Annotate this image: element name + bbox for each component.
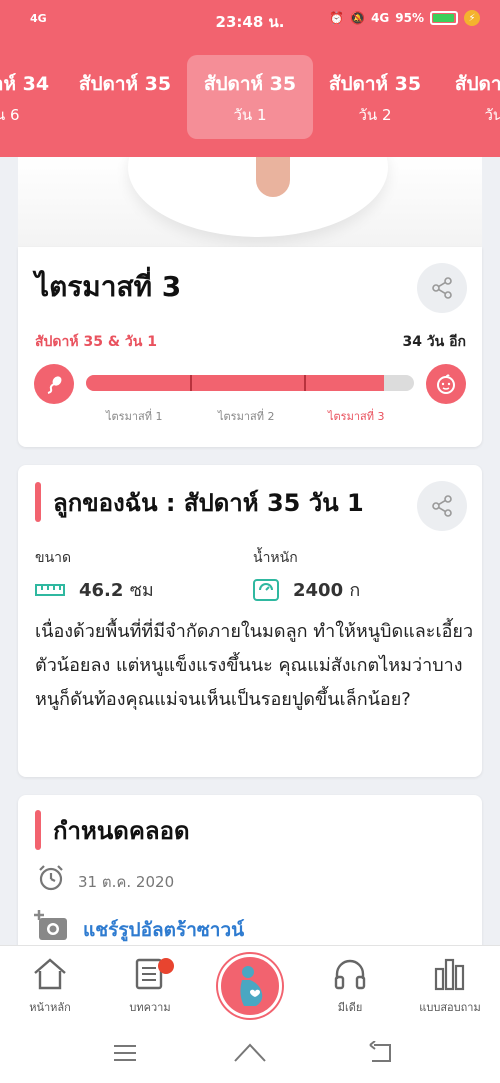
ruler-icon [35, 583, 65, 596]
nav-media[interactable]: มีเดีย [300, 956, 400, 1016]
trimester-progress-bar [86, 375, 414, 391]
trimester-title: ไตรมาสที่ 3 [35, 270, 182, 303]
share-button[interactable] [417, 481, 467, 531]
baby-info-card: ลูกของฉัน : สัปดาห์ 35 วัน 1 ขนาด 46.2 ซ… [18, 465, 482, 777]
days-left-label: 34 วัน อีก [402, 334, 466, 350]
tab-week-35[interactable]: สัปดาห์ 35 [62, 55, 188, 139]
weight-label: น้ำหนัก [253, 550, 298, 566]
trimester-1-label: ไตรมาสที่ 1 [106, 410, 163, 423]
share-icon [432, 495, 452, 517]
charging-icon: ⚡ [464, 10, 480, 26]
status-bar: 4G 23:48 น. ⏰ 🔕 4G 95% ⚡ [0, 0, 500, 40]
battery-percent: 95% [395, 11, 424, 25]
system-nav-bar [0, 1025, 500, 1083]
weight-value: 2400 [293, 580, 344, 601]
bottom-nav: หน้าหลัก บทความ มีเดีย แบบสอบถาม [0, 945, 500, 1025]
bar-chart-icon [434, 958, 465, 991]
share-ultrasound-link[interactable]: แชร์รูปอัลตร้าซาวน์ [83, 915, 244, 945]
baby-description: เนื่องด้วยพื้นที่ที่มีจำกัดภายในมดลูก ทำ… [35, 621, 474, 710]
mute-icon: 🔕 [350, 11, 366, 25]
size-unit: ซม [129, 580, 154, 601]
network-label: 4G [371, 11, 390, 25]
nav-media-label: มีเดีย [337, 1001, 363, 1014]
tab-week-35-day-1[interactable]: สัปดาห์ 35 วัน 1 [187, 55, 313, 139]
sperm-icon [34, 364, 74, 404]
nav-articles-label: บทความ [129, 1001, 171, 1014]
battery-icon [430, 11, 458, 25]
weight-unit: ก [349, 580, 361, 601]
share-icon [432, 277, 452, 299]
current-week-label: สัปดาห์ 35 & วัน 1 [35, 334, 157, 350]
baby-title: ลูกของฉัน : สัปดาห์ 35 วัน 1 [53, 488, 364, 517]
due-date-value: 31 ต.ค. 2020 [78, 873, 175, 891]
week-tabs: สัปดาห์ 34 วัน 6 สัปดาห์ 35 สัปดาห์ 35 ว… [0, 40, 500, 157]
baby-illustration [18, 157, 482, 247]
add-photo-icon[interactable] [33, 908, 69, 942]
home-nav-icon[interactable] [233, 1041, 267, 1063]
share-button[interactable] [417, 263, 467, 313]
size-label: ขนาด [35, 550, 72, 566]
nav-quiz[interactable]: แบบสอบถาม [400, 956, 500, 1016]
tab-week-35-day-2[interactable]: สัปดาห์ 35 วัน 2 [312, 55, 438, 139]
due-title: กำหนดคลอด [53, 816, 190, 845]
trimester-3-label: ไตรมาสที่ 3 [328, 410, 385, 423]
scale-icon [253, 578, 279, 601]
tab-week-35-day-3[interactable]: สัปดาห์ 35 วัน 3 [438, 55, 500, 139]
nav-articles[interactable]: บทความ [100, 956, 200, 1016]
tab-week-34-day-6[interactable]: สัปดาห์ 34 วัน 6 [0, 55, 66, 139]
pregnant-icon [240, 966, 263, 1006]
alarm-clock-icon [39, 865, 63, 891]
size-value: 46.2 [79, 580, 124, 601]
nav-home[interactable]: หน้าหลัก [0, 956, 100, 1016]
notification-badge [158, 958, 174, 974]
trimester-card: ไตรมาสที่ 3 สัปดาห์ 35 & วัน 1 34 วัน อี… [18, 247, 482, 447]
pregnancy-center-button[interactable] [218, 954, 282, 1018]
baby-face-icon [426, 364, 466, 404]
trimester-2-label: ไตรมาสที่ 2 [218, 410, 275, 423]
nav-home-label: หน้าหลัก [29, 1001, 71, 1014]
headphones-icon [334, 959, 366, 990]
home-icon [34, 958, 66, 990]
nav-quiz-label: แบบสอบถาม [419, 1001, 481, 1014]
back-icon[interactable] [366, 1041, 394, 1065]
alarm-icon: ⏰ [329, 11, 345, 25]
menu-icon[interactable] [112, 1043, 138, 1063]
